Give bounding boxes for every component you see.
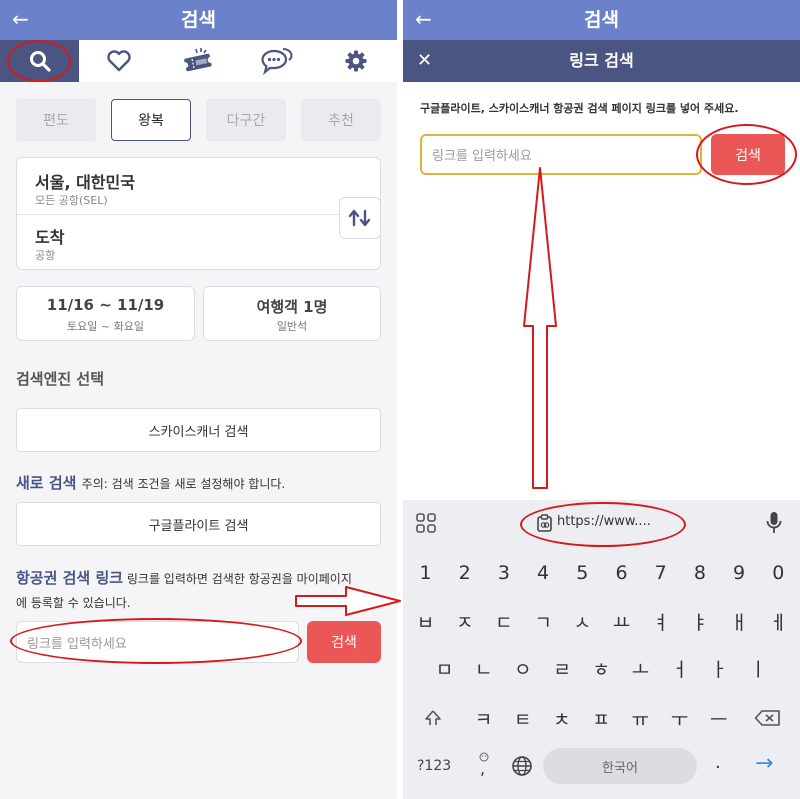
annotation-arrows [295, 167, 557, 616]
annotation-arrow-up [523, 167, 557, 489]
annotation-arrow-right [295, 586, 401, 616]
